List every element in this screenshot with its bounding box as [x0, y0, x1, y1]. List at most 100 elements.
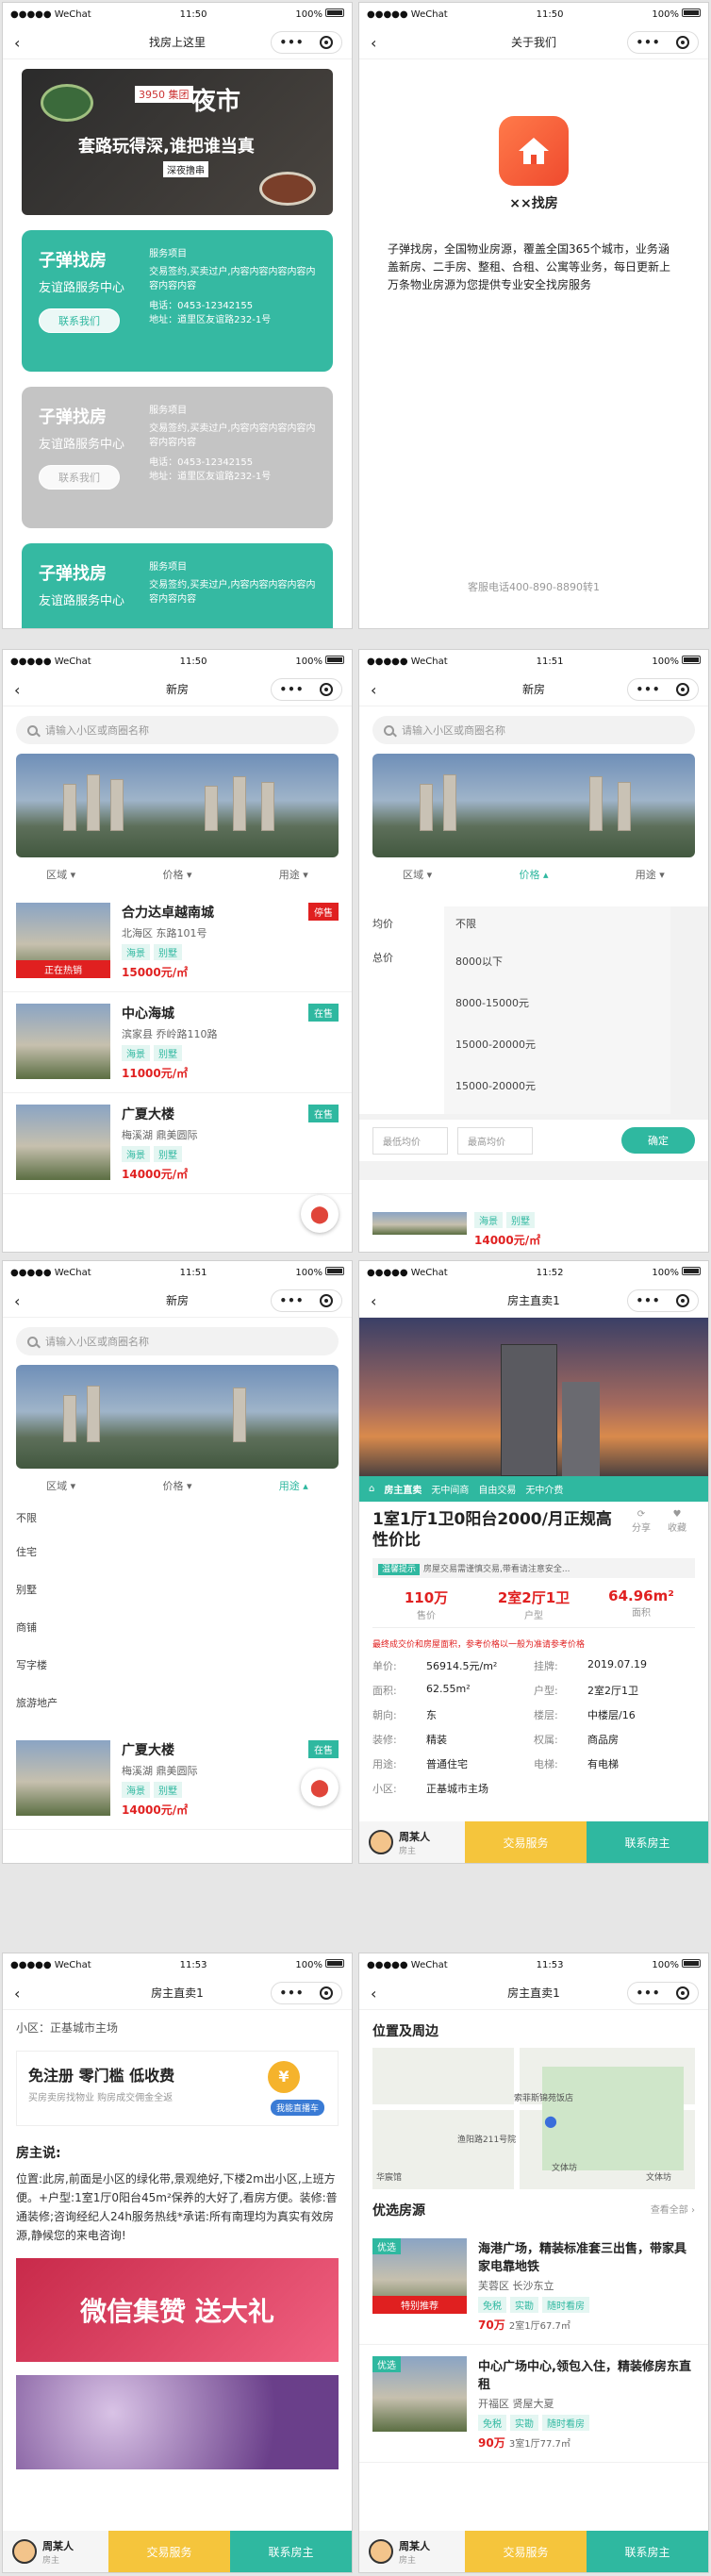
back-icon[interactable]: ‹	[371, 1985, 376, 2003]
filter-price[interactable]: 价格 ▾	[162, 867, 191, 882]
share-icon[interactable]: ⟳	[623, 1509, 659, 1520]
more-icon[interactable]: •••	[279, 683, 304, 696]
capsule-menu[interactable]: •••	[627, 1289, 699, 1312]
use-option[interactable]: 不限	[16, 1503, 339, 1533]
filter-area[interactable]: 区域 ▾	[403, 867, 432, 882]
close-target-icon[interactable]	[320, 683, 334, 696]
price-option[interactable]: 8000-15000元	[455, 982, 659, 1023]
more-icon[interactable]: •••	[636, 1294, 660, 1307]
price-mode-total[interactable]: 总价	[372, 940, 431, 974]
back-icon[interactable]: ‹	[14, 1292, 20, 1310]
map-float-button[interactable]: ⬤	[301, 1769, 339, 1806]
property-thumb	[16, 1740, 110, 1816]
contact-button[interactable]: 联系我们	[39, 308, 120, 333]
banner-big: 夜市	[191, 88, 241, 116]
more-icon[interactable]: •••	[279, 1986, 304, 2000]
capsule-menu[interactable]: •••	[627, 1982, 699, 2004]
nav-bar: ‹ 房主直卖1 •••	[359, 1284, 708, 1318]
back-icon[interactable]: ‹	[371, 34, 376, 52]
close-target-icon[interactable]	[320, 36, 334, 49]
filter-area[interactable]: 区域 ▾	[46, 867, 75, 882]
more-icon[interactable]: •••	[279, 36, 304, 49]
house-icon	[519, 138, 549, 164]
more-icon[interactable]: •••	[636, 1986, 660, 2000]
trade-service-button[interactable]: 交易服务	[108, 2531, 230, 2572]
use-option[interactable]: 写字楼	[16, 1646, 339, 1684]
ad-banner[interactable]: 免注册 零门槛 低收费 买房卖房找物业 购房成交佣金全返 ¥ 我能直播车	[16, 2051, 339, 2126]
status-badge: 在售	[308, 1105, 339, 1122]
list-item[interactable]: 广夏大楼 梅溪湖 鼎美圆际 海景 别墅 14000元/㎡ 在售	[3, 1093, 352, 1194]
filter-price[interactable]: 价格 ▴	[519, 867, 548, 882]
use-option[interactable]: 旅游地产	[16, 1684, 339, 1721]
search-input[interactable]: 请输入小区或商圈名称	[16, 716, 339, 744]
filter-use[interactable]: 用途 ▾	[636, 867, 665, 882]
use-option[interactable]: 别墅	[16, 1571, 339, 1608]
contact-owner-button[interactable]: 联系房主	[230, 2531, 352, 2572]
app-name: ××找房	[509, 196, 558, 211]
max-price-input[interactable]: 最高均价	[457, 1126, 533, 1155]
more-icon[interactable]: •••	[636, 683, 660, 696]
view-all-link[interactable]: 查看全部 ›	[651, 2202, 695, 2216]
map-label: 文体坊	[552, 2164, 578, 2173]
hotline[interactable]: 客服电话400-890-8890转1	[359, 579, 708, 594]
detail-photo	[359, 1318, 708, 1476]
capsule-menu[interactable]: •••	[271, 1982, 342, 2004]
back-icon[interactable]: ‹	[14, 1985, 20, 2003]
notice[interactable]: 温馨提示 房屋交易需谨慎交易,带看请注意安全...	[372, 1558, 695, 1578]
nav-bar: ‹ 新房 •••	[3, 1284, 352, 1318]
search-input[interactable]: 请输入小区或商圈名称	[16, 1327, 339, 1355]
close-target-icon[interactable]	[320, 1986, 334, 2000]
price-option[interactable]: 15000-20000元	[455, 1023, 659, 1065]
map-float-button[interactable]: ⬤	[301, 1195, 339, 1233]
search-input[interactable]: 请输入小区或商圈名称	[372, 716, 695, 744]
back-icon[interactable]: ‹	[371, 681, 376, 699]
capsule-menu[interactable]: •••	[271, 31, 342, 54]
contact-owner-button[interactable]: 联系房主	[587, 1821, 708, 1863]
filter-use[interactable]: 用途 ▴	[279, 1478, 308, 1493]
price-mode-average[interactable]: 均价	[372, 906, 431, 940]
list-item[interactable]: 优选 特别推荐 海港广场，精装标准套三出售，带家具家电靠地铁 芙蓉区 长沙东立 免税 实勘…	[359, 2227, 708, 2345]
more-icon[interactable]: •••	[636, 36, 660, 49]
price-option[interactable]: 15000-20000元	[455, 1065, 659, 1106]
capsule-menu[interactable]: •••	[271, 1289, 342, 1312]
close-target-icon[interactable]	[676, 36, 690, 49]
capsule-menu[interactable]: •••	[271, 678, 342, 701]
list-item[interactable]: 广夏大楼 梅溪湖 鼎美圆际 海景 别墅 14000元/㎡ 在售	[3, 1729, 352, 1830]
contact-button[interactable]: 联系我们	[39, 465, 120, 490]
filter-price[interactable]: 价格 ▾	[162, 1478, 191, 1493]
contact-owner-button[interactable]: 联系房主	[587, 2531, 708, 2572]
close-target-icon[interactable]	[676, 683, 690, 696]
promo-banner[interactable]: 微信集赞 送大礼	[16, 2258, 339, 2362]
kv-row: 朝向: 东楼层: 中楼层/16	[372, 1709, 636, 1721]
heart-icon[interactable]: ♥	[659, 1509, 695, 1520]
close-target-icon[interactable]	[320, 1294, 334, 1307]
close-target-icon[interactable]	[676, 1294, 690, 1307]
section-title: 房主说:	[16, 2146, 61, 2161]
service-card: 子弹找房 友谊路服务中心 联系我们 服务项目 交易签约,买卖过户,内容内容内容内容内容…	[22, 230, 333, 372]
list-item[interactable]: 中心海城 滨家县 乔岭路110路 海景 别墅 11000元/㎡ 在售	[3, 992, 352, 1093]
trade-service-button[interactable]: 交易服务	[465, 1821, 587, 1863]
map[interactable]: 索菲斯锦苑饭店 渔阳路211号院 华宸馆 文体坊 文体坊 ●	[372, 2048, 695, 2189]
status-bar: ●●●●● WeChat 11:53 100%	[359, 1953, 708, 1976]
close-target-icon[interactable]	[676, 1986, 690, 2000]
status-bar: ●●●●● WeChat 11:50 100%	[3, 650, 352, 673]
back-icon[interactable]: ‹	[14, 34, 20, 52]
confirm-button[interactable]: 确定	[621, 1127, 695, 1154]
price-option[interactable]: 8000以下	[455, 940, 659, 982]
filter-area[interactable]: 区域 ▾	[46, 1478, 75, 1493]
capsule-menu[interactable]: •••	[627, 678, 699, 701]
list-item[interactable]: 正在热销 合力达卓越南城 北海区 东路101号 海景 别墅 15000元/㎡ 停售	[3, 891, 352, 992]
price-option[interactable]: 不限	[455, 906, 659, 940]
min-price-input[interactable]: 最低均价	[372, 1126, 448, 1155]
filter-use[interactable]: 用途 ▾	[279, 867, 308, 882]
capsule-menu[interactable]: •••	[627, 31, 699, 54]
use-option[interactable]: 住宅	[16, 1533, 339, 1571]
back-icon[interactable]: ‹	[371, 1292, 376, 1310]
trade-service-button[interactable]: 交易服务	[465, 2531, 587, 2572]
banner[interactable]: 3950 集团 夜市 套路玩得深,谁把谁当真 深夜撸串	[22, 69, 333, 215]
use-option[interactable]: 商铺	[16, 1608, 339, 1646]
list-item[interactable]: 优选 中心广场中心,领包入住，精装修房东直租 开福区 贤屋大夏 免税 实勘 随时看房 90万…	[359, 2345, 708, 2463]
back-icon[interactable]: ‹	[14, 681, 20, 699]
more-icon[interactable]: •••	[279, 1294, 304, 1307]
app-logo	[499, 116, 569, 186]
